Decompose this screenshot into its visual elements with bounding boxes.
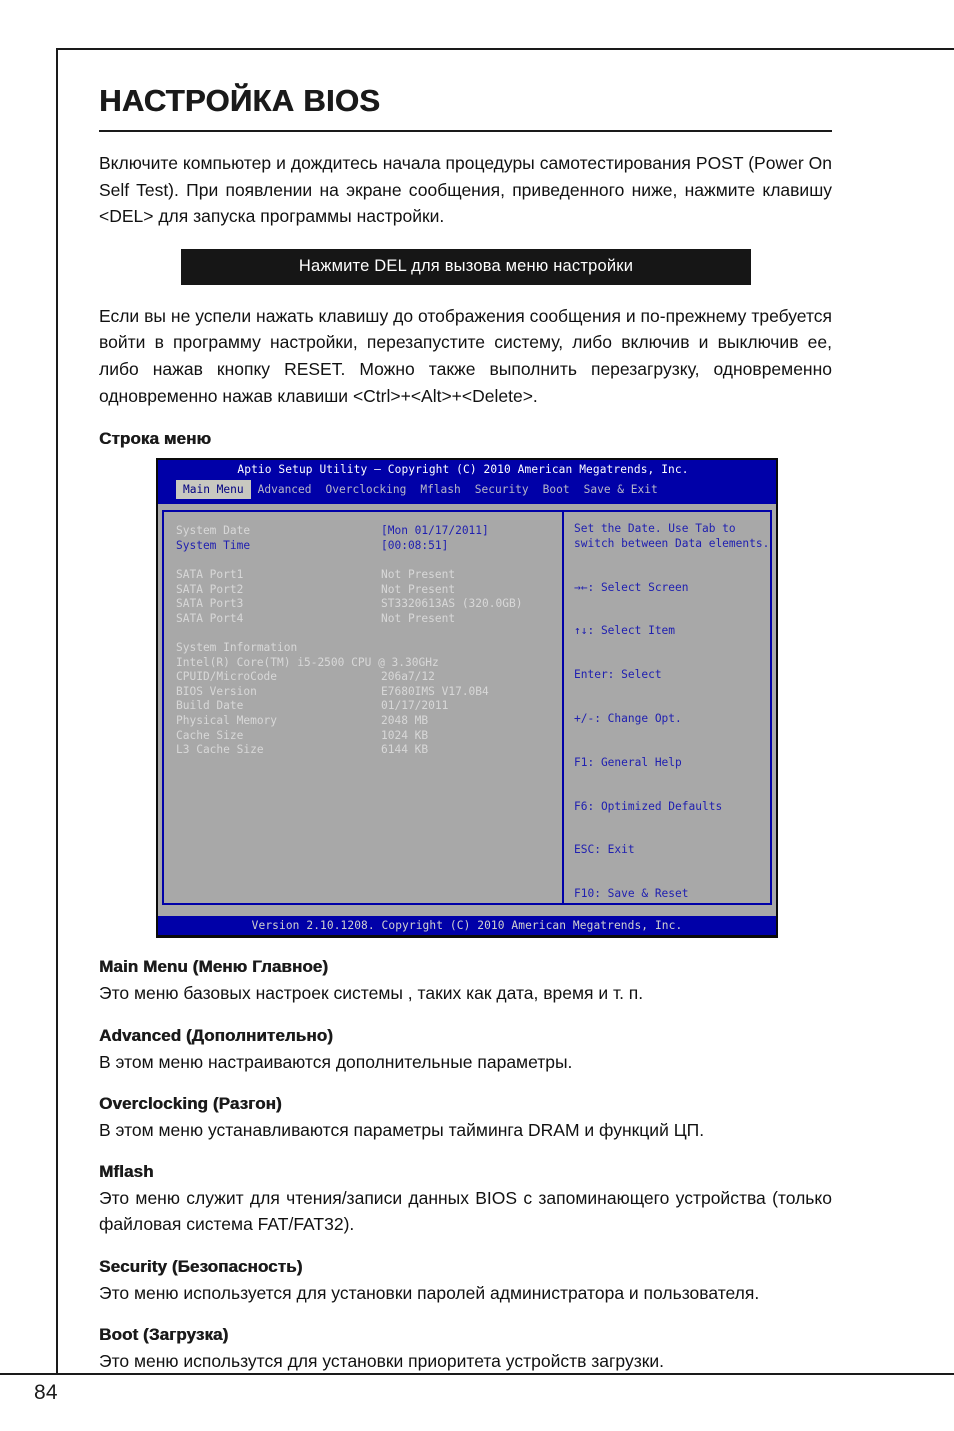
section-body-boot: Это меню использутся для установки приор…	[99, 1350, 665, 1371]
bios-value-build-date: 01/17/2011	[381, 699, 449, 713]
bios-label-sata-port1: SATA Port1	[176, 568, 244, 582]
title-divider	[99, 130, 832, 133]
bios-key-general-help: F1: General Help	[574, 755, 682, 769]
bios-row-sata-port1: SATA Port1 Not Present	[176, 568, 562, 583]
bios-row-cpuid: CPUID/MicroCode 206a7/12	[176, 670, 562, 685]
bios-spacer-2	[176, 626, 562, 641]
bios-label-sata-port3: SATA Port3	[176, 597, 244, 611]
bios-row-physical-memory: Physical Memory 2048 MB	[176, 714, 562, 729]
bios-value-cache-size: 1024 KB	[381, 728, 429, 742]
bios-body: System Date [Mon 01/17/2011] System Time…	[158, 504, 776, 910]
page-border-left	[56, 48, 58, 1373]
bios-row-build-date: Build Date 01/17/2011	[176, 699, 562, 714]
press-del-banner: Нажмите DEL для вызова меню настройки	[181, 248, 751, 285]
bios-value-cpu: Intel(R) Core(TM) i5-2500 CPU @ 3.30GHz	[176, 655, 439, 669]
bios-row-system-information-heading: System Information	[176, 641, 562, 656]
section-heading-overclocking: Overclocking (Разгон)	[99, 1093, 282, 1113]
bios-row-sata-port3: SATA Port3 ST3320613AS (320.0GB)	[176, 597, 562, 612]
bios-value-sata-port2: Not Present	[381, 582, 456, 596]
section-heading-mflash: Mflash	[99, 1162, 154, 1181]
section-body-main-menu: Это меню базовых настроек системы , таки…	[99, 983, 644, 1004]
bios-value-sata-port3: ST3320613AS (320.0GB)	[381, 597, 523, 611]
bios-key-legend: →←: Select Screen ↑↓: Select Item Enter:…	[574, 551, 770, 930]
bios-value-sata-port4: Not Present	[381, 611, 456, 625]
bios-tab-security[interactable]: Security	[468, 480, 536, 499]
bios-label-cache-size: Cache Size	[176, 728, 244, 742]
bios-label-physical-memory: Physical Memory	[176, 713, 278, 727]
bios-value-sata-port1: Not Present	[381, 568, 456, 582]
bios-tab-mflash[interactable]: Mflash	[413, 480, 467, 499]
bios-menu-tabs: Main Menu Advanced Overclocking Mflash S…	[158, 480, 776, 500]
bios-row-bios-version: BIOS Version E7680IMS V17.0B4	[176, 685, 562, 700]
bios-row-sata-port4: SATA Port4 Not Present	[176, 612, 562, 627]
bios-label-cpuid: CPUID/MicroCode	[176, 670, 278, 684]
bios-value-l3-cache-size: 6144 KB	[381, 743, 429, 757]
section-body-advanced: В этом меню настраиваются дополнительные…	[99, 1051, 573, 1072]
bios-spacer-1	[176, 553, 562, 568]
bios-screenshot: Aptio Setup Utility – Copyright (C) 2010…	[156, 458, 778, 939]
intro-paragraph: Включите компьютер и дождитесь начала пр…	[99, 153, 832, 227]
section-heading-advanced: Advanced (Дополнительно)	[99, 1025, 333, 1045]
bios-row-cpu: Intel(R) Core(TM) i5-2500 CPU @ 3.30GHz	[176, 656, 562, 671]
section-body-overclocking: В этом меню устанавливаются параметры та…	[99, 1119, 705, 1140]
bios-tab-save-exit[interactable]: Save & Exit	[577, 480, 665, 499]
section-heading-security: Security (Безопасность)	[99, 1256, 303, 1276]
bios-value-bios-version: E7680IMS V17.0B4	[381, 684, 489, 698]
bios-key-optimized-defaults: F6: Optimized Defaults	[574, 799, 723, 813]
bios-titlebar: Aptio Setup Utility – Copyright (C) 2010…	[158, 460, 776, 481]
section-heading-main-menu: Main Menu (Меню Главное)	[99, 957, 329, 977]
section-body-mflash: Это меню служит для чтения/записи данных…	[99, 1188, 832, 1235]
bios-help-panel: Set the Date. Use Tab to switch between …	[562, 510, 772, 906]
bios-key-select-item: ↑↓: Select Item	[574, 624, 676, 638]
bios-label-l3-cache-size: L3 Cache Size	[176, 743, 264, 757]
bios-tab-overclocking[interactable]: Overclocking	[319, 480, 414, 499]
bios-help-line-2: switch between Data elements.	[574, 536, 770, 550]
bios-row-system-date[interactable]: System Date [Mon 01/17/2011]	[176, 524, 562, 539]
section-body-security: Это меню используется для установки паро…	[99, 1282, 760, 1303]
bios-value-system-date: [Mon 01/17/2011]	[381, 524, 489, 538]
bios-key-change-opt: +/-: Change Opt.	[574, 711, 682, 725]
bios-tab-main-menu[interactable]: Main Menu	[176, 480, 251, 500]
bios-value-system-time: [00:08:51]	[381, 538, 449, 552]
bios-key-save-reset: F10: Save & Reset	[574, 887, 689, 901]
bios-label-build-date: Build Date	[176, 699, 244, 713]
bios-tab-advanced[interactable]: Advanced	[251, 480, 319, 499]
page-title: НАСТРОЙКА BIOS	[99, 83, 381, 118]
bios-label-sata-port4: SATA Port4	[176, 611, 244, 625]
bios-value-physical-memory: 2048 MB	[381, 713, 429, 727]
page-border-top	[56, 48, 954, 50]
page-number: 84	[34, 1381, 58, 1404]
bios-label-system-date: System Date	[176, 524, 251, 538]
bios-screen: Aptio Setup Utility – Copyright (C) 2010…	[158, 460, 776, 936]
bios-value-cpuid: 206a7/12	[381, 670, 435, 684]
bios-label-system-information: System Information	[176, 641, 298, 654]
menubar-heading: Строка меню	[99, 429, 211, 449]
page-content: НАСТРОЙКА BIOS Включите компьютер и дожд…	[99, 83, 832, 1374]
bios-label-system-time: System Time	[176, 538, 251, 552]
bios-row-cache-size: Cache Size 1024 KB	[176, 729, 562, 744]
bios-key-enter-select: Enter: Select	[574, 668, 662, 682]
bios-row-system-time[interactable]: System Time [00:08:51]	[176, 539, 562, 554]
bios-help-line-1: Set the Date. Use Tab to	[574, 522, 736, 536]
bios-row-sata-port2: SATA Port2 Not Present	[176, 583, 562, 598]
bios-label-sata-port2: SATA Port2	[176, 582, 244, 596]
bios-row-l3-cache-size: L3 Cache Size 6144 KB	[176, 743, 562, 758]
bios-key-exit: ESC: Exit	[574, 843, 635, 857]
bios-tab-boot[interactable]: Boot	[536, 480, 577, 499]
section-heading-boot: Boot (Загрузка)	[99, 1324, 229, 1344]
bios-key-select-screen: →←: Select Screen	[574, 580, 689, 594]
bios-settings-panel: System Date [Mon 01/17/2011] System Time…	[162, 510, 562, 906]
bios-label-bios-version: BIOS Version	[176, 684, 257, 698]
second-paragraph: Если вы не успели нажать клавишу до отоб…	[99, 305, 832, 406]
